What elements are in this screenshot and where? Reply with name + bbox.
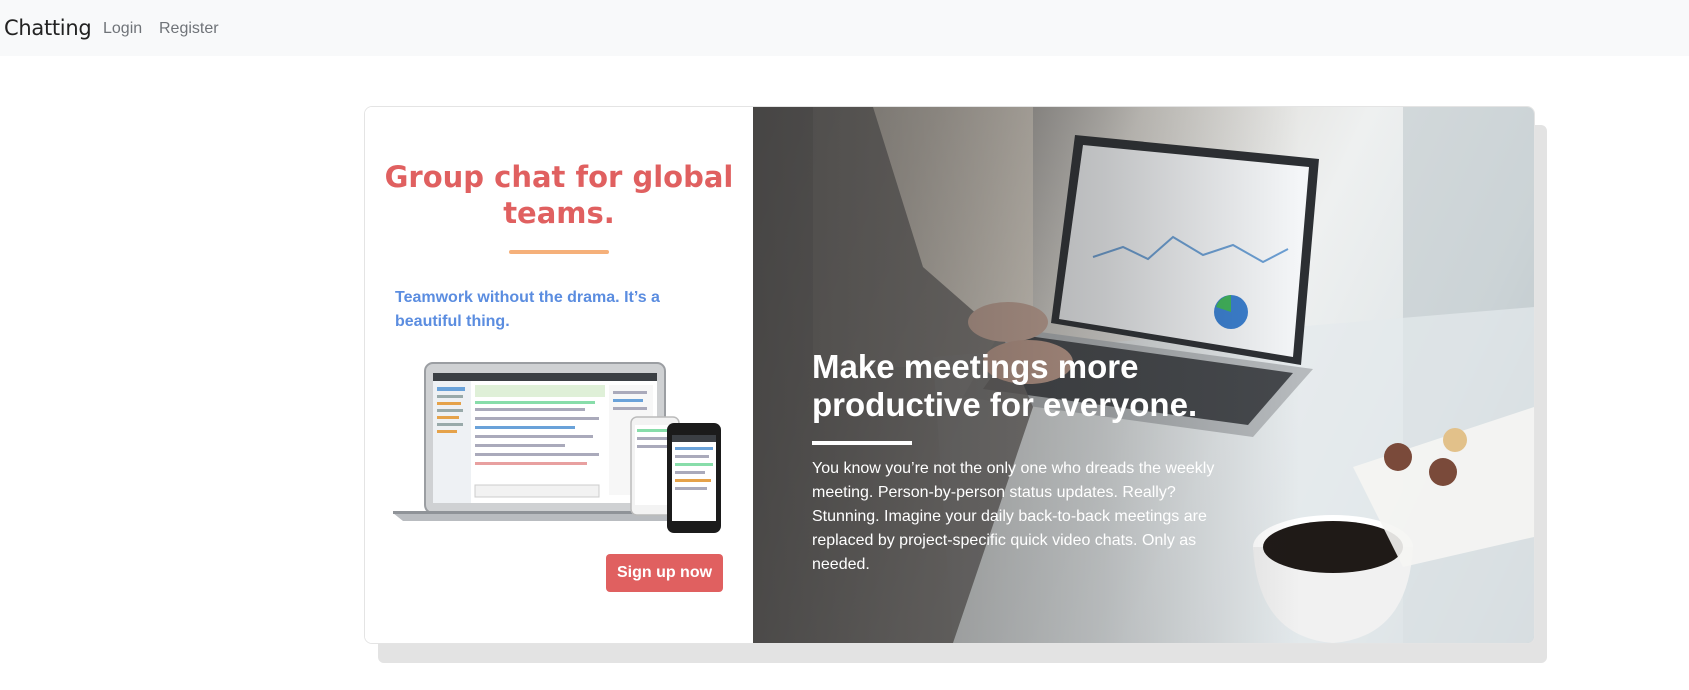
devices-illustration bbox=[393, 362, 721, 533]
hero-panel: Make meetings more productive for everyo… bbox=[753, 107, 1534, 643]
signup-card: Group chat for global teams. Teamwork wi… bbox=[364, 106, 1535, 644]
top-navbar: Chatting Login Register bbox=[0, 0, 1689, 56]
nav-login-link[interactable]: Login bbox=[103, 20, 142, 38]
nav-register-link[interactable]: Register bbox=[159, 20, 219, 38]
hero-divider bbox=[812, 441, 912, 445]
promo-panel: Group chat for global teams. Teamwork wi… bbox=[365, 107, 753, 643]
headline-divider bbox=[509, 250, 609, 254]
hero-title: Make meetings more productive for everyo… bbox=[812, 348, 1198, 423]
promo-tagline: Teamwork without the drama. It’s a beaut… bbox=[395, 289, 660, 330]
promo-headline: Group chat for global teams. bbox=[384, 160, 734, 230]
brand-logo[interactable]: Chatting bbox=[4, 16, 92, 40]
hero-description: You know you’re not the only one who dre… bbox=[812, 460, 1215, 573]
sign-up-button[interactable]: Sign up now bbox=[606, 554, 723, 592]
